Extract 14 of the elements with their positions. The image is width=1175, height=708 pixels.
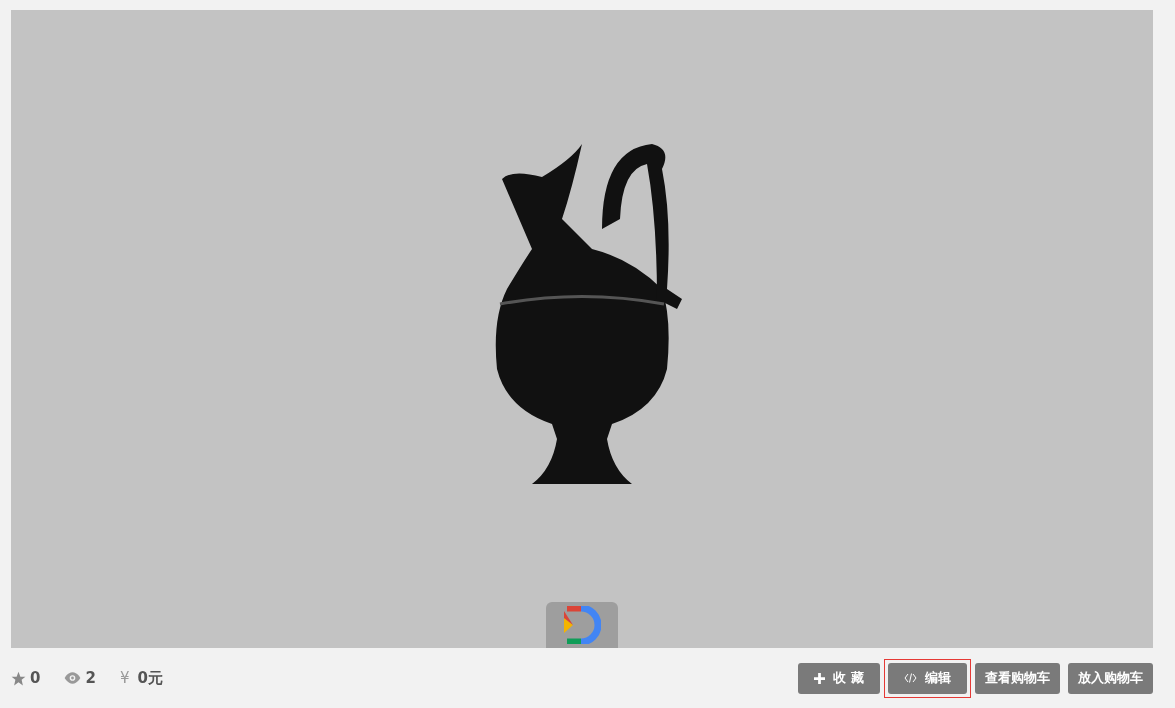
eye-icon: [64, 672, 82, 684]
action-button[interactable]: 查看购物车: [975, 662, 1060, 694]
action-button[interactable]: 编辑: [888, 662, 967, 694]
stat-value: 0: [30, 667, 41, 689]
stat-value: 0元: [137, 667, 163, 689]
yuan-symbol: ¥: [119, 667, 130, 689]
star-icon: [11, 670, 26, 686]
action-button[interactable]: 放入购物车: [1068, 662, 1153, 694]
logo-icon: [563, 606, 601, 644]
action-button[interactable]: 收 藏: [798, 662, 880, 694]
model-viewer[interactable]: [11, 10, 1153, 648]
plus-icon: [814, 672, 826, 684]
stat-value: 2: [85, 667, 96, 689]
code-icon: [904, 673, 917, 683]
